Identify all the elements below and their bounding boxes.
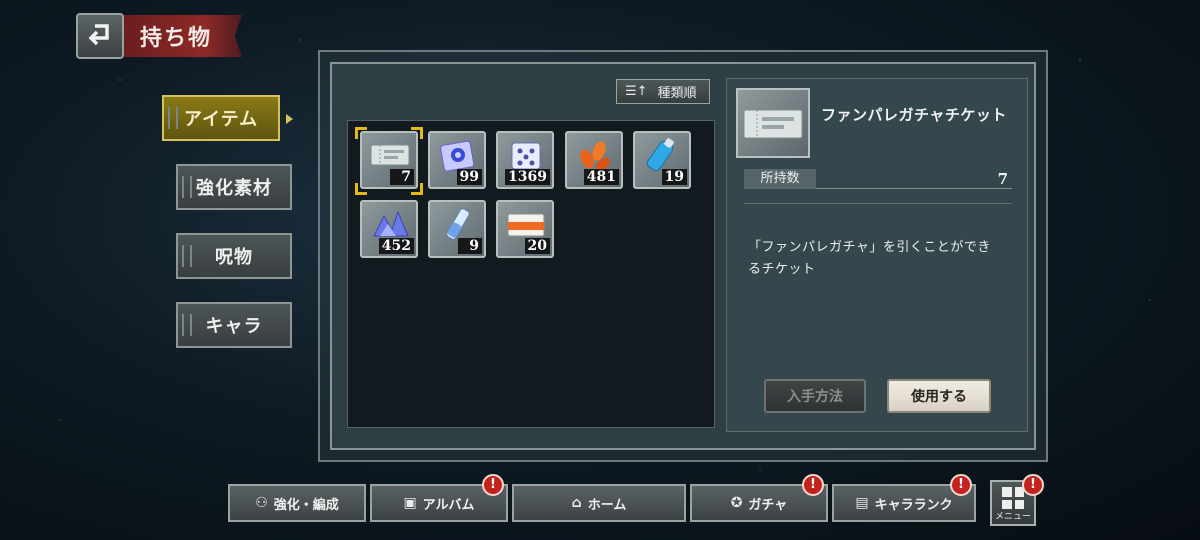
item-slot-dice-box[interactable]: 1369 [496, 131, 554, 189]
team-icon: ⚇ [255, 495, 268, 511]
item-slot-crystal-card[interactable]: 99 [428, 131, 486, 189]
nav-character-rank-label: キャラランク [874, 497, 953, 513]
sort-icon: ☰↑ [625, 84, 648, 99]
item-count: 99 [456, 169, 482, 185]
petals-icon [580, 141, 610, 171]
ticket-icon [370, 144, 410, 166]
owned-count-row: 所持数 7 [744, 169, 1012, 189]
nav-home-label: ホーム [587, 497, 627, 513]
notification-badge: ! [802, 474, 824, 496]
page-title: 持ち物 [140, 25, 213, 51]
album-icon: ▣ [403, 495, 417, 511]
dice-box-icon [511, 142, 541, 170]
nav-enhance-label: 強化・編成 [273, 497, 339, 513]
crystal-shards-icon [373, 210, 409, 237]
nav-album-button[interactable]: ▣ アルバム ! [370, 474, 508, 522]
orange-card-icon [507, 213, 545, 237]
bottle-icon [646, 138, 674, 172]
tab-materials-label: 強化素材 [196, 178, 272, 199]
back-button[interactable] [76, 13, 124, 59]
item-count: 19 [661, 169, 687, 185]
tab-items[interactable]: アイテム [162, 95, 280, 141]
menu-button[interactable]: メニュー ! [990, 474, 1044, 526]
owned-count-label: 所持数 [744, 169, 816, 189]
active-tab-arrow-icon [286, 114, 293, 124]
item-count: 1369 [505, 169, 550, 185]
nav-home-button[interactable]: ⌂ ホーム [512, 484, 686, 522]
nav-album-label: アルバム [422, 497, 475, 513]
use-button[interactable]: 使用する [887, 379, 991, 413]
home-icon: ⌂ [571, 495, 582, 511]
selection-corner [355, 127, 367, 139]
selection-corner [355, 183, 367, 195]
selected-item-icon [736, 88, 810, 158]
item-slot-orange-card[interactable]: 20 [496, 200, 554, 258]
selection-corner [411, 127, 423, 139]
selected-item-name: ファンパレガチャチケット [821, 106, 1007, 124]
notification-badge: ! [950, 474, 972, 496]
selection-corner [411, 183, 423, 195]
sort-label: 種類順 [657, 86, 697, 101]
owned-count-value: 7 [997, 170, 1008, 188]
sort-button[interactable]: ☰↑ 種類順 [616, 79, 710, 104]
return-arrow-icon [87, 22, 113, 50]
nav-gacha-button[interactable]: ✪ ガチャ ! [690, 474, 828, 522]
tab-cursed-objects[interactable]: 呪物 [176, 233, 292, 279]
tab-materials[interactable]: 強化素材 [176, 164, 292, 210]
item-slot-vial[interactable]: 9 [428, 200, 486, 258]
item-description: 「ファンパレガチャ」を引くことができ るチケット [748, 237, 1018, 281]
tab-cursed-objects-label: 呪物 [215, 247, 253, 268]
nav-gacha-label: ガチャ [748, 497, 788, 513]
notification-badge: ! [1022, 474, 1044, 496]
item-slot-ticket[interactable]: 7 [360, 131, 418, 189]
item-count: 9 [458, 238, 482, 254]
item-count: 20 [524, 238, 550, 254]
item-count: 481 [583, 169, 619, 185]
vial-icon [446, 208, 470, 240]
tab-characters[interactable]: キャラ [176, 302, 292, 348]
menu-label: メニュー [994, 512, 1031, 522]
crystal-card-icon [440, 140, 475, 172]
divider [744, 203, 1012, 204]
nav-enhance-button[interactable]: ⚇ 強化・編成 [228, 484, 366, 522]
item-slot-crystal-shards[interactable]: 452 [360, 200, 418, 258]
item-slot-blue-bottle[interactable]: 19 [633, 131, 691, 189]
ticket-icon [743, 109, 803, 139]
item-description-line: るチケット [748, 262, 816, 277]
character-card-icon: ▤ [855, 495, 869, 511]
tab-characters-label: キャラ [205, 316, 263, 337]
page-title-banner: 持ち物 [120, 15, 242, 57]
gacha-icon: ✪ [730, 495, 743, 511]
notification-badge: ! [482, 474, 504, 496]
grid-menu-icon [1002, 487, 1024, 509]
item-count: 452 [378, 238, 414, 254]
item-description-line: 「ファンパレガチャ」を引くことができ [748, 240, 991, 255]
obtain-method-button[interactable]: 入手方法 [764, 379, 866, 413]
nav-character-rank-button[interactable]: ▤ キャラランク ! [832, 474, 976, 522]
item-slot-orange-petals[interactable]: 481 [565, 131, 623, 189]
tab-items-label: アイテム [183, 109, 259, 130]
